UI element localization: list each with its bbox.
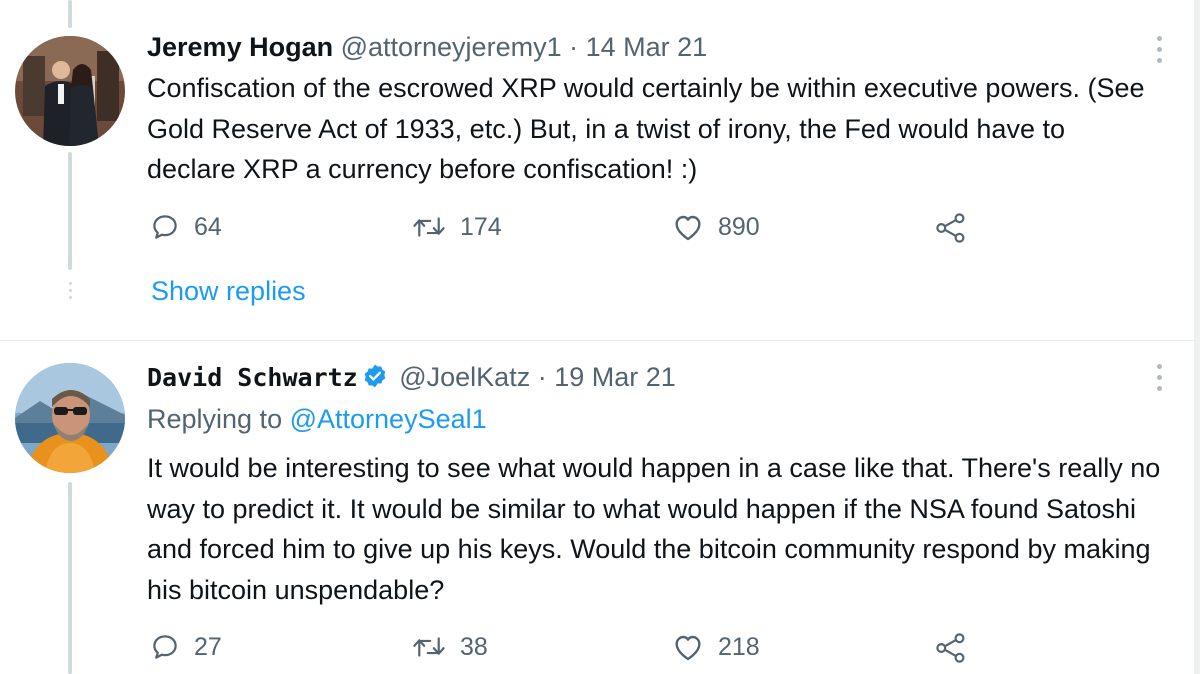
replying-to-handle-link[interactable]: @AttorneySeal1 [290, 404, 487, 434]
show-replies-link[interactable]: Show replies [151, 276, 306, 307]
like-button[interactable]: 890 [672, 212, 760, 242]
more-dot-icon [1157, 386, 1162, 391]
share-button[interactable] [934, 212, 968, 244]
more-dot-icon [1157, 47, 1162, 52]
share-icon [936, 633, 965, 663]
tweet-actions: 27 38 218 [150, 632, 980, 668]
more-dot-icon [1157, 36, 1162, 41]
like-button[interactable]: 218 [672, 632, 760, 662]
reply-icon [153, 635, 177, 659]
reply-count: 27 [194, 632, 222, 661]
tweet-header: David Schwartz @JoelKatz · 19 Mar 21 [147, 360, 676, 397]
retweet-count: 38 [460, 632, 488, 661]
tweet-date[interactable]: 19 Mar 21 [554, 362, 676, 392]
tweet-text: Confiscation of the escrowed XRP would c… [147, 73, 1145, 185]
tweet-date[interactable]: 14 Mar 21 [586, 32, 708, 62]
verified-badge-icon [362, 363, 388, 397]
tweet-david-schwartz[interactable]: David Schwartz @JoelKatz · 19 Mar 21 Rep… [0, 341, 1200, 674]
more-dot-icon [1157, 58, 1162, 63]
retweet-button[interactable]: 174 [412, 212, 502, 242]
more-options-button[interactable] [1157, 364, 1162, 391]
reply-icon [153, 215, 177, 239]
tweet-text: It would be interesting to see what woul… [147, 453, 1161, 606]
replying-to: Replying to @AttorneySeal1 [147, 402, 487, 436]
avatar[interactable] [15, 363, 125, 473]
meta-separator: · [569, 32, 579, 62]
replying-to-label: Replying to [147, 404, 283, 434]
avatar-couple-photo-icon [15, 36, 125, 146]
reply-button[interactable]: 27 [150, 632, 222, 662]
like-count: 218 [718, 632, 760, 661]
share-button[interactable] [934, 632, 968, 664]
heart-icon [675, 215, 701, 241]
more-dot-icon [1157, 375, 1162, 380]
share-icon [936, 213, 965, 243]
reply-count: 64 [194, 212, 222, 241]
avatar[interactable] [15, 36, 125, 146]
retweet-count: 174 [460, 212, 502, 241]
author-handle[interactable]: @attorneyjeremy1 [341, 32, 562, 62]
tweet-header: Jeremy Hogan @attorneyjeremy1 · 14 Mar 2… [147, 30, 707, 64]
retweet-icon [413, 217, 445, 237]
reply-button[interactable]: 64 [150, 212, 222, 242]
author-name[interactable]: David Schwartz [147, 363, 358, 392]
like-count: 890 [718, 212, 760, 241]
author-name[interactable]: Jeremy Hogan [147, 32, 333, 62]
more-options-button[interactable] [1157, 36, 1162, 63]
retweet-button[interactable]: 38 [412, 632, 488, 662]
tweet-actions: 64 174 890 [150, 212, 980, 248]
more-dot-icon [1157, 364, 1162, 369]
retweet-icon [413, 637, 445, 657]
author-handle[interactable]: @JoelKatz [399, 362, 530, 392]
avatar-man-sunglasses-photo-icon [15, 363, 125, 473]
meta-separator: · [537, 362, 547, 392]
heart-icon [675, 635, 701, 661]
